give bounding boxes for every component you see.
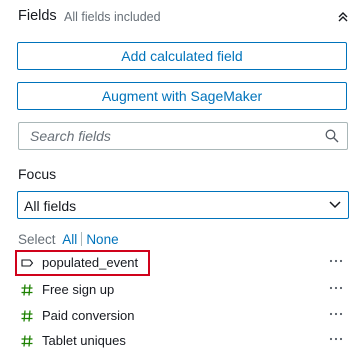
field-name: Tablet uniques — [42, 333, 126, 348]
add-calculated-field-button[interactable]: Add calculated field — [17, 42, 347, 70]
more-options-icon[interactable] — [329, 256, 343, 266]
fields-title: Fields — [18, 8, 57, 24]
select-links: Select All None — [18, 232, 119, 250]
hash-icon — [21, 335, 33, 347]
focus-label: Focus — [18, 166, 57, 182]
hash-icon — [21, 310, 33, 322]
field-item[interactable]: Paid conversion — [18, 305, 348, 327]
search-input[interactable] — [19, 123, 309, 149]
focus-select-value: All fields — [24, 198, 77, 214]
select-label: Select — [18, 232, 56, 247]
fields-subtitle: All fields included — [64, 10, 161, 24]
fields-header: Fields All fields included — [18, 8, 350, 28]
select-all-link[interactable]: All — [62, 232, 77, 247]
more-options-icon[interactable] — [329, 309, 343, 319]
hash-icon — [21, 284, 33, 296]
more-options-icon[interactable] — [329, 334, 343, 344]
chevron-down-icon — [329, 201, 341, 209]
more-options-icon[interactable] — [329, 283, 343, 293]
select-none-link[interactable]: None — [86, 232, 118, 247]
field-item[interactable]: Tablet uniques — [18, 330, 348, 352]
select-divider — [81, 232, 83, 246]
collapse-icon[interactable] — [336, 10, 350, 24]
search-icon[interactable] — [325, 129, 339, 143]
field-name: Free sign up — [42, 282, 115, 297]
augment-sagemaker-button[interactable]: Augment with SageMaker — [17, 82, 347, 110]
field-name: Paid conversion — [42, 308, 135, 323]
focus-select[interactable]: All fields — [17, 191, 349, 219]
field-item[interactable]: Free sign up — [18, 279, 348, 301]
highlight-box — [15, 250, 150, 276]
search-box — [18, 122, 348, 150]
